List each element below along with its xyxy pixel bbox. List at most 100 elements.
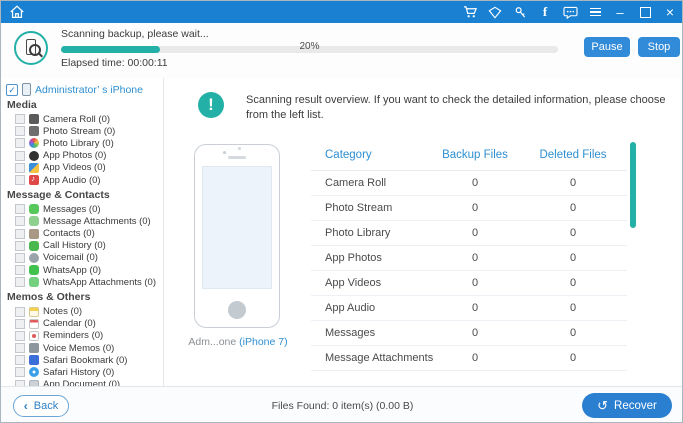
whatsapp-attachments-icon bbox=[29, 277, 39, 287]
sidebar-item-photo-library[interactable]: Photo Library (0) bbox=[1, 137, 163, 149]
column-header-category[interactable]: Category bbox=[311, 149, 427, 161]
category-cell: App Videos bbox=[311, 277, 427, 289]
checkbox[interactable] bbox=[15, 151, 25, 161]
checkbox[interactable] bbox=[15, 163, 25, 173]
phone-model[interactable]: (iPhone 7) bbox=[239, 336, 287, 348]
table-row[interactable]: Message Attachments00 bbox=[311, 346, 627, 371]
category-cell: Messages bbox=[311, 327, 427, 339]
cart-icon[interactable] bbox=[462, 4, 478, 20]
device-checkbox[interactable]: ✓ bbox=[6, 84, 18, 96]
sidebar-item-label: Photo Library (0) bbox=[43, 138, 114, 149]
key-icon[interactable] bbox=[512, 4, 528, 20]
sidebar-item-reminders[interactable]: Reminders (0) bbox=[1, 330, 163, 342]
footer: ‹ Back Files Found: 0 item(s) (0.00 B) ↺… bbox=[1, 386, 683, 423]
table-row[interactable]: Photo Stream00 bbox=[311, 196, 627, 221]
sidebar-item-app-videos[interactable]: App Videos (0) bbox=[1, 162, 163, 174]
minimize-button[interactable]: – bbox=[612, 4, 628, 20]
sidebar-item-safari-history[interactable]: Safari History (0) bbox=[1, 366, 163, 378]
checkbox[interactable] bbox=[15, 216, 25, 226]
iphone-icon bbox=[22, 83, 31, 96]
titlebar: f – × bbox=[1, 1, 683, 23]
stop-button[interactable]: Stop bbox=[638, 37, 680, 57]
checkbox[interactable] bbox=[15, 204, 25, 214]
table-header: Category Backup Files Deleted Files bbox=[311, 140, 627, 171]
sidebar-item-label: Messages (0) bbox=[43, 204, 101, 215]
pause-button[interactable]: Pause bbox=[584, 37, 630, 57]
sidebar-item-voicemail[interactable]: Voicemail (0) bbox=[1, 252, 163, 264]
checkbox[interactable] bbox=[15, 277, 25, 287]
table-row[interactable]: App Videos00 bbox=[311, 271, 627, 296]
app-audio-icon bbox=[29, 175, 39, 185]
photo-stream-icon bbox=[29, 126, 39, 136]
table-scrollbar[interactable] bbox=[630, 142, 636, 228]
contacts-icon bbox=[29, 229, 39, 239]
checkbox[interactable] bbox=[15, 265, 25, 275]
checkbox[interactable] bbox=[15, 175, 25, 185]
progress-area: Scanning backup, please wait... 20% Elap… bbox=[1, 23, 683, 79]
sidebar-item-label: Camera Roll (0) bbox=[43, 114, 110, 125]
sidebar-item-whatsapp[interactable]: WhatsApp (0) bbox=[1, 264, 163, 276]
device-row[interactable]: ✓ Administrator’ s iPhone bbox=[6, 83, 163, 96]
sidebar-item-app-document[interactable]: App Document (0) bbox=[1, 379, 163, 386]
sidebar-item-label: WhatsApp Attachments (0) bbox=[43, 277, 156, 288]
checkbox[interactable] bbox=[15, 343, 25, 353]
table-row[interactable]: Messages00 bbox=[311, 321, 627, 346]
table-row[interactable]: App Audio00 bbox=[311, 296, 627, 321]
checkbox[interactable] bbox=[15, 229, 25, 239]
app-window: f – × Scanning backup, please wait... 20… bbox=[0, 0, 683, 423]
sidebar-item-photo-stream[interactable]: Photo Stream (0) bbox=[1, 125, 163, 137]
info-icon: ! bbox=[198, 92, 224, 118]
checkbox[interactable] bbox=[15, 331, 25, 341]
recover-button[interactable]: ↺ Recover bbox=[582, 393, 672, 418]
checkbox[interactable] bbox=[15, 355, 25, 365]
sidebar-item-messages[interactable]: Messages (0) bbox=[1, 203, 163, 215]
checkbox[interactable] bbox=[15, 126, 25, 136]
checkbox[interactable] bbox=[15, 241, 25, 251]
sidebar-item-app-photos[interactable]: App Photos (0) bbox=[1, 150, 163, 162]
category-cell: Photo Library bbox=[311, 227, 427, 239]
sidebar-item-safari-bookmark[interactable]: Safari Bookmark (0) bbox=[1, 354, 163, 366]
table-row[interactable]: Camera Roll00 bbox=[311, 171, 627, 196]
sidebar-item-whatsapp-attachments[interactable]: WhatsApp Attachments (0) bbox=[1, 276, 163, 288]
backup-files-cell: 0 bbox=[427, 352, 523, 364]
checkbox[interactable] bbox=[15, 114, 25, 124]
sidebar-item-calendar[interactable]: Calendar (0) bbox=[1, 318, 163, 330]
phone-home-button-icon bbox=[228, 301, 246, 319]
sidebar-item-notes[interactable]: Notes (0) bbox=[1, 305, 163, 317]
sidebar-item-camera-roll[interactable]: Camera Roll (0) bbox=[1, 113, 163, 125]
phone-camera-dot-icon bbox=[238, 147, 241, 150]
sidebar-item-contacts[interactable]: Contacts (0) bbox=[1, 228, 163, 240]
feedback-icon[interactable] bbox=[562, 4, 578, 20]
photo-library-icon bbox=[29, 138, 39, 148]
deleted-files-cell: 0 bbox=[523, 252, 623, 264]
home-icon[interactable] bbox=[9, 4, 25, 20]
sidebar-item-message-attachments[interactable]: Message Attachments (0) bbox=[1, 215, 163, 227]
checkbox[interactable] bbox=[15, 367, 25, 377]
facebook-icon[interactable]: f bbox=[537, 4, 553, 20]
camera-roll-icon bbox=[29, 114, 39, 124]
whatsapp-icon bbox=[29, 265, 39, 275]
sidebar-item-voice-memos[interactable]: Voice Memos (0) bbox=[1, 342, 163, 354]
checkbox[interactable] bbox=[15, 253, 25, 263]
deleted-files-cell: 0 bbox=[523, 302, 623, 314]
shield-icon[interactable] bbox=[487, 4, 503, 20]
column-header-backup-files[interactable]: Backup Files bbox=[427, 149, 523, 161]
column-header-deleted-files[interactable]: Deleted Files bbox=[523, 149, 623, 161]
close-button[interactable]: × bbox=[662, 4, 678, 20]
sidebar-item-call-history[interactable]: Call History (0) bbox=[1, 240, 163, 252]
checkbox[interactable] bbox=[15, 307, 25, 317]
table-row[interactable]: App Photos00 bbox=[311, 246, 627, 271]
category-cell: Camera Roll bbox=[311, 177, 427, 189]
checkbox[interactable] bbox=[15, 138, 25, 148]
sidebar-section-title: Memos & Others bbox=[7, 291, 163, 303]
messages-icon bbox=[29, 204, 39, 214]
backup-files-cell: 0 bbox=[427, 252, 523, 264]
sidebar-item-app-audio[interactable]: App Audio (0) bbox=[1, 174, 163, 186]
maximize-button[interactable] bbox=[637, 4, 653, 20]
app-videos-icon bbox=[29, 163, 39, 173]
menu-icon[interactable] bbox=[587, 4, 603, 20]
deleted-files-cell: 0 bbox=[523, 227, 623, 239]
phone-camera-icon bbox=[223, 151, 226, 154]
checkbox[interactable] bbox=[15, 319, 25, 329]
table-row[interactable]: Photo Library00 bbox=[311, 221, 627, 246]
